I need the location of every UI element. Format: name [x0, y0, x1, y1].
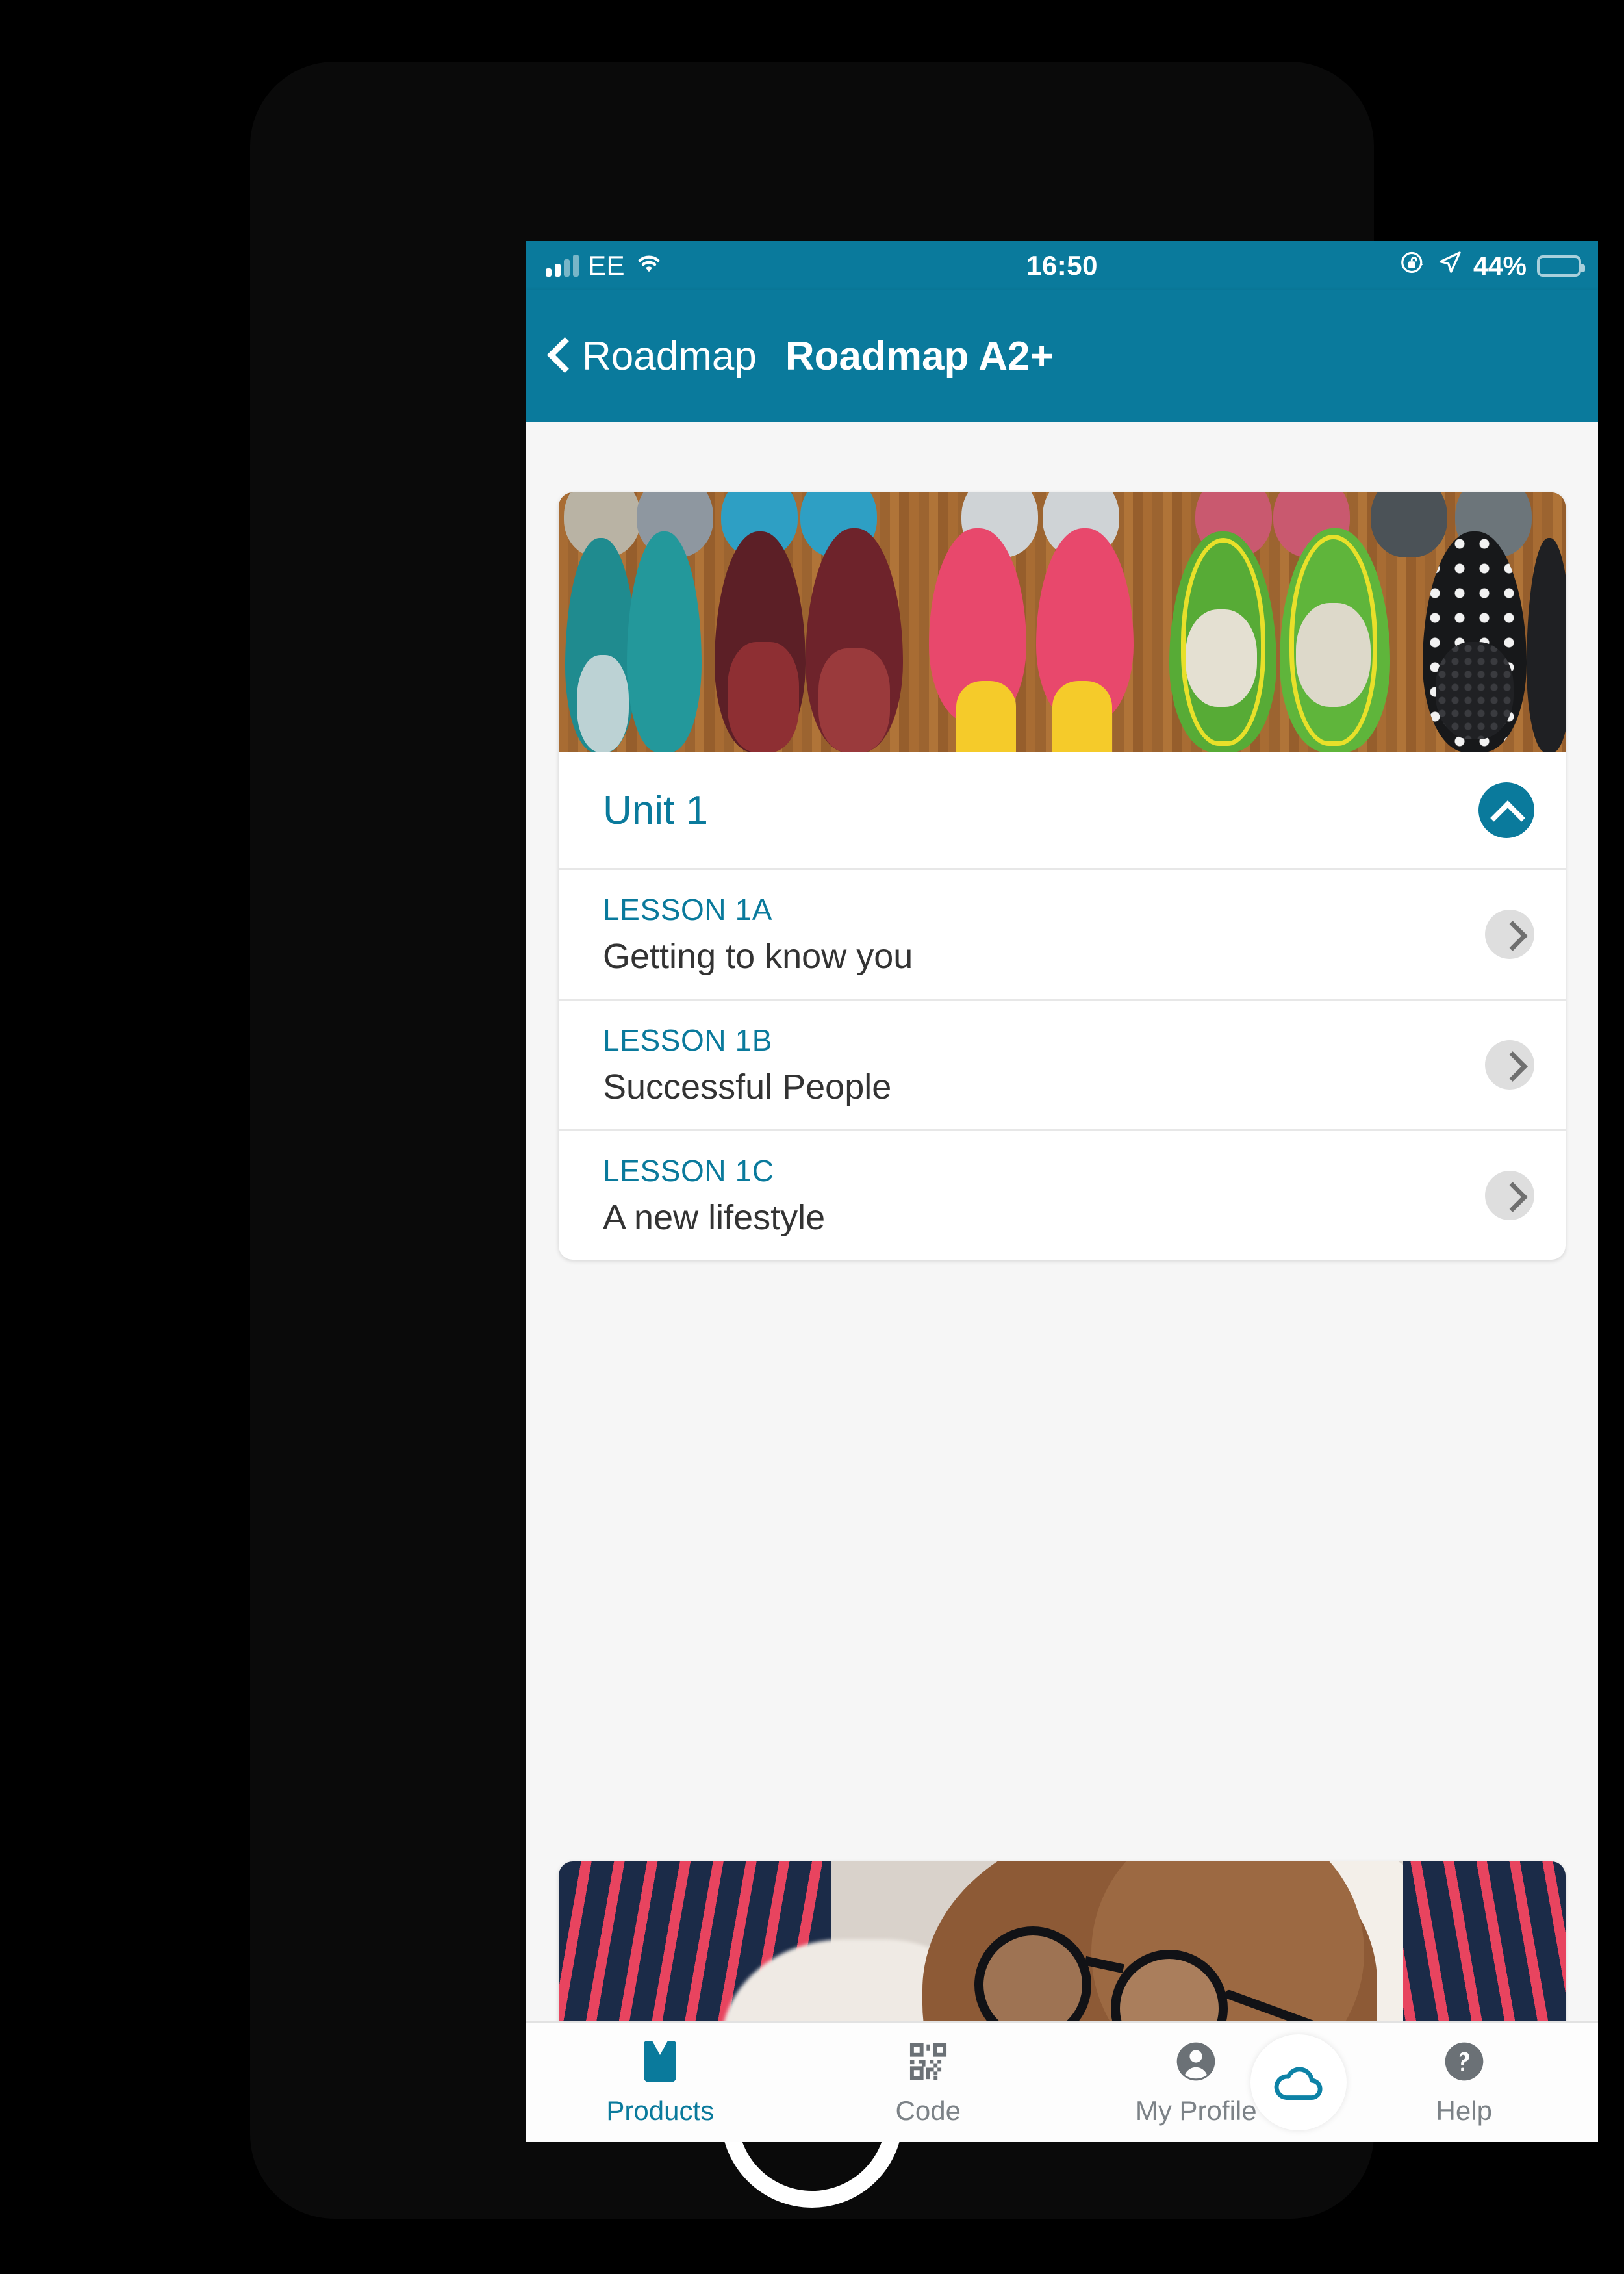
rotation-lock-icon — [1399, 249, 1427, 283]
lesson-code: LESSON 1B — [603, 1023, 773, 1057]
bottom-tab-bar: Products Code My Profile Help — [526, 2021, 1598, 2142]
unit-hero-image — [559, 1861, 1566, 2021]
chevron-left-icon — [550, 339, 572, 375]
tab-label: Help — [1436, 2095, 1492, 2126]
teal-sandals — [565, 492, 702, 752]
pink-shoes-with-yellow-socks — [922, 492, 1150, 752]
green-sandals — [1169, 492, 1403, 752]
cloud-sync-button[interactable] — [1250, 2034, 1347, 2130]
navigation-bar: Roadmap Roadmap A2+ — [526, 290, 1598, 422]
striped-shirt-right — [1403, 1861, 1566, 2021]
qr-code-icon — [908, 2041, 948, 2082]
battery-icon — [1537, 255, 1585, 277]
page-title: Roadmap A2+ — [785, 334, 1054, 379]
phone-screen: EE 16:50 44% Roadmap Roadmap A2+ Unit 1 … — [526, 241, 1598, 2142]
tab-code[interactable]: Code — [794, 2041, 1063, 2127]
user-circle-icon — [1175, 2041, 1217, 2082]
status-bar: EE 16:50 44% — [526, 241, 1598, 290]
lesson-code: LESSON 1A — [603, 893, 773, 926]
phone-device-frame: EE 16:50 44% Roadmap Roadmap A2+ Unit 1 … — [250, 62, 1598, 2219]
unit-title: Unit 1 — [603, 787, 708, 833]
location-arrow-icon — [1437, 249, 1463, 282]
lesson-title: A new lifestyle — [603, 1198, 826, 1237]
lesson-title: Successful People — [603, 1067, 892, 1106]
back-button[interactable]: Roadmap — [550, 333, 757, 379]
tab-products[interactable]: Products — [526, 2040, 794, 2127]
tab-label: Products — [606, 2095, 715, 2126]
unit-hero-image — [559, 492, 1566, 752]
unit-header[interactable]: Unit 1 — [559, 752, 1566, 868]
polka-dot-flats — [1423, 492, 1566, 752]
question-circle-icon — [1443, 2041, 1485, 2082]
lesson-code: LESSON 1C — [603, 1154, 774, 1188]
red-sandals — [715, 492, 909, 752]
tab-label: My Profile — [1135, 2095, 1257, 2126]
glasses-icon — [974, 1926, 1349, 2021]
book-icon — [644, 2040, 677, 2082]
cloud-icon — [1271, 2061, 1326, 2104]
lesson-row[interactable]: LESSON 1C A new lifestyle — [559, 1131, 1566, 1260]
chevron-right-icon[interactable] — [1485, 910, 1534, 959]
chevron-up-icon[interactable] — [1478, 782, 1534, 838]
unit-card: Unit 1 LESSON 1A Getting to know you LES… — [559, 492, 1566, 1260]
status-bar-right: 44% — [1399, 249, 1585, 283]
tab-help[interactable]: Help — [1330, 2041, 1599, 2127]
lesson-row[interactable]: LESSON 1B Successful People — [559, 1001, 1566, 1129]
battery-percent-label: 44% — [1473, 250, 1527, 281]
lesson-row[interactable]: LESSON 1A Getting to know you — [559, 870, 1566, 999]
chevron-right-icon[interactable] — [1485, 1040, 1534, 1090]
scroll-content[interactable]: Unit 1 LESSON 1A Getting to know you LES… — [526, 422, 1598, 2021]
lesson-title: Getting to know you — [603, 937, 913, 976]
back-button-label: Roadmap — [582, 334, 757, 379]
unit-card[interactable] — [559, 1861, 1566, 2021]
tab-label: Code — [895, 2095, 961, 2126]
chevron-right-icon[interactable] — [1485, 1171, 1534, 1220]
